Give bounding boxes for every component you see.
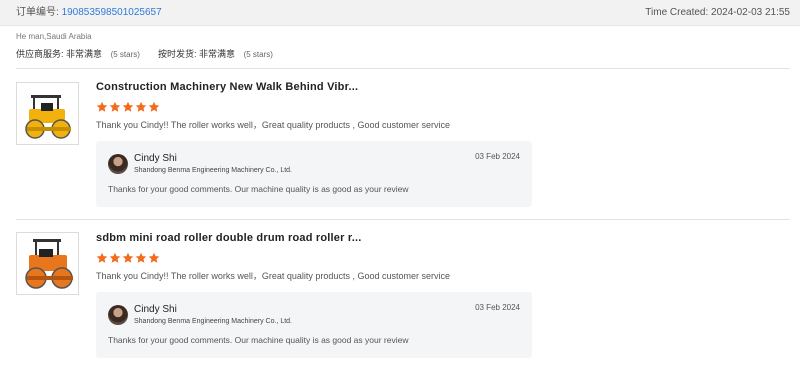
seller-reply: Cindy Shi Shandong Benma Engineering Mac… (96, 141, 532, 207)
supplier-service-label: 供应商服务: (16, 49, 64, 59)
star-icon (96, 101, 108, 112)
reply-text: Thanks for your good comments. Our machi… (108, 184, 409, 194)
seller-company: Shandong Benma Engineering Machinery Co.… (134, 167, 292, 174)
on-time-shipping-rating: 按时发货: 非常满意 (5 stars) (158, 47, 273, 60)
divider (16, 68, 790, 69)
on-time-stars: (5 stars) (243, 50, 273, 59)
product-image[interactable] (16, 232, 79, 295)
rating-stars (96, 100, 161, 112)
avatar (108, 305, 128, 325)
product-title-link[interactable]: sdbm mini road roller double drum road r… (96, 232, 362, 244)
seller-company: Shandong Benma Engineering Machinery Co.… (134, 318, 292, 325)
product-image[interactable] (16, 82, 79, 145)
seller-name: Cindy Shi (134, 304, 177, 315)
road-roller-orange-icon (17, 233, 78, 294)
order-created-time: Time Created: 2024-02-03 21:55 (645, 7, 790, 18)
on-time-label: 按时发货: (158, 49, 197, 59)
divider (16, 219, 790, 220)
buyer-info: He man,Saudi Arabia (16, 32, 92, 41)
supplier-service-rating: 供应商服务: 非常满意 (5 stars) (16, 49, 140, 59)
reply-text: Thanks for your good comments. Our machi… (108, 335, 409, 345)
rating-stars (96, 251, 161, 263)
star-icon (148, 252, 160, 263)
star-icon (96, 252, 108, 263)
order-ratings: 供应商服务: 非常满意 (5 stars) 按时发货: 非常满意 (5 star… (16, 47, 273, 60)
star-icon (109, 101, 121, 112)
star-icon (122, 101, 134, 112)
avatar (108, 154, 128, 174)
seller-name: Cindy Shi (134, 153, 177, 164)
star-icon (109, 252, 121, 263)
on-time-value: 非常满意 (199, 49, 236, 59)
star-icon (122, 252, 134, 263)
star-icon (148, 101, 160, 112)
reply-date: 03 Feb 2024 (475, 152, 520, 161)
supplier-service-stars: (5 stars) (110, 50, 140, 59)
road-roller-yellow-icon (17, 83, 78, 144)
product-title-link[interactable]: Construction Machinery New Walk Behind V… (96, 81, 358, 93)
reply-date: 03 Feb 2024 (475, 303, 520, 312)
seller-reply: Cindy Shi Shandong Benma Engineering Mac… (96, 292, 532, 358)
order-number-link[interactable]: 190853598501025657 (62, 7, 162, 18)
review-text: Thank you Cindy!! The roller works well，… (96, 120, 450, 130)
star-icon (135, 252, 147, 263)
review-text: Thank you Cindy!! The roller works well，… (96, 271, 450, 281)
star-icon (135, 101, 147, 112)
order-header: 订单编号: 190853598501025657 Time Created: 2… (0, 0, 800, 26)
supplier-service-value: 非常满意 (66, 49, 103, 59)
order-number-label: 订单编号: (16, 7, 59, 18)
